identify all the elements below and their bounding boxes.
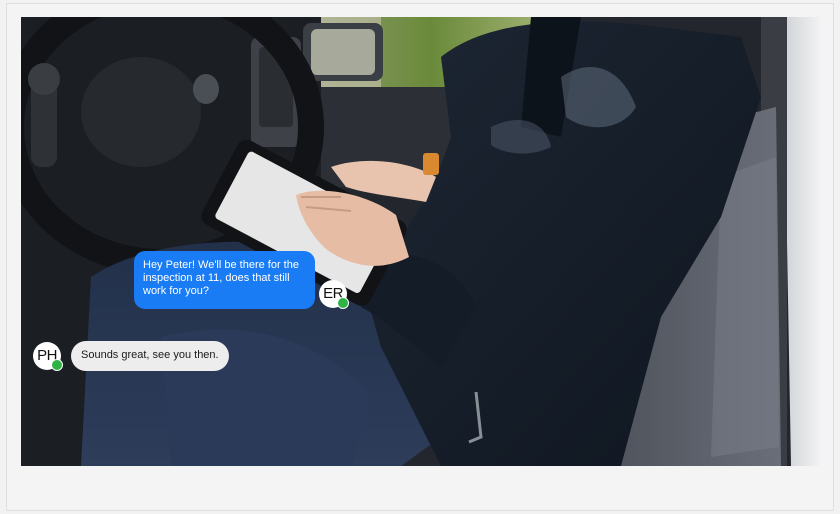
hero-photo	[21, 17, 823, 466]
avatar-er[interactable]: ER	[319, 280, 349, 309]
incoming-message-bubble: Sounds great, see you then.	[71, 341, 229, 371]
car-interior-illustration	[21, 17, 823, 466]
presence-dot-icon	[51, 359, 63, 371]
presence-dot-icon	[337, 297, 349, 309]
outgoing-message-bubble: Hey Peter! We'll be there for the inspec…	[134, 251, 315, 309]
avatar-ph[interactable]: PH	[33, 342, 63, 371]
